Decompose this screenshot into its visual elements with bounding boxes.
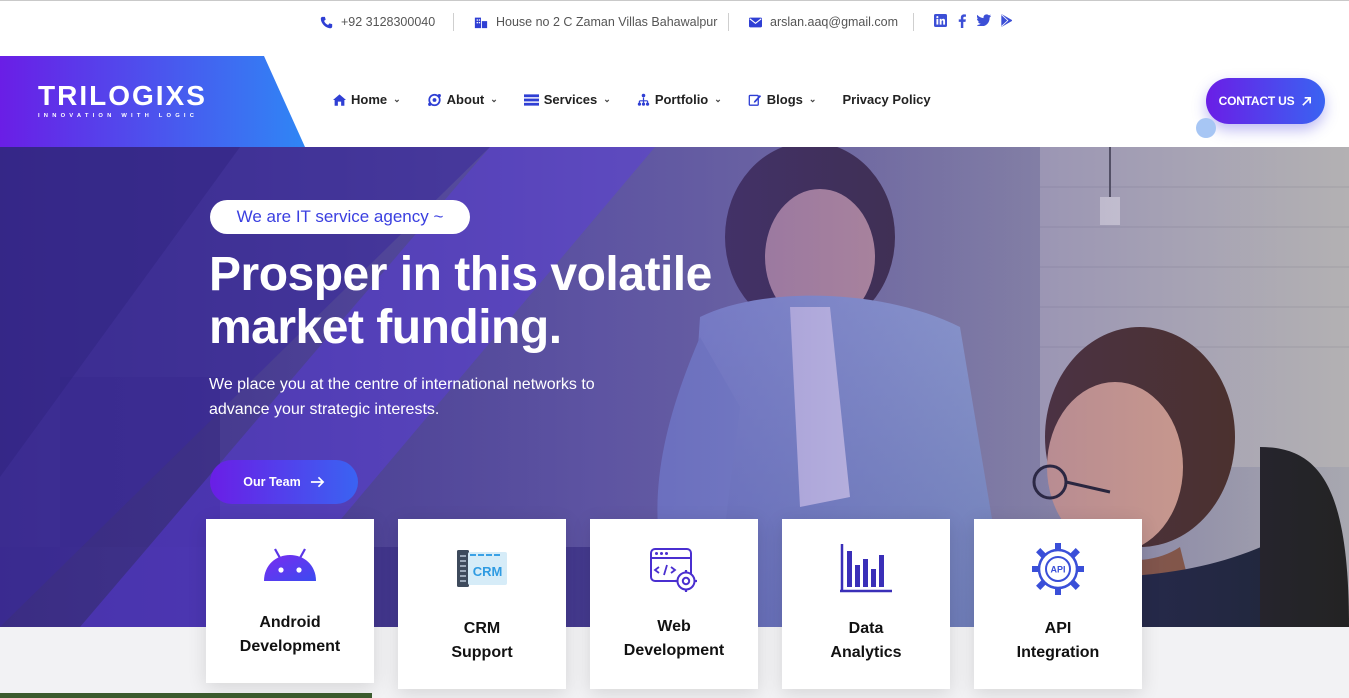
nav-item-services[interactable]: Services ⌄	[523, 92, 611, 107]
api-icon-text: API	[1050, 565, 1065, 575]
service-label: Data Analytics	[782, 617, 950, 665]
chevron-down-icon: ⌄	[393, 94, 401, 104]
nav-menu: Home ⌄ About ⌄ Services ⌄ Portfolio ⌄ Blogs ⌄…	[333, 92, 957, 107]
blog-edit-icon	[748, 94, 761, 106]
our-team-button[interactable]: Our Team	[210, 460, 358, 504]
google-play-icon[interactable]	[1001, 14, 1013, 27]
divider	[913, 13, 914, 31]
crm-icon-text: CRM	[473, 564, 503, 579]
contact-us-label: CONTACT US	[1218, 94, 1295, 108]
portfolio-icon	[637, 93, 649, 106]
address-text: House no 2 C Zaman Villas Bahawalpur	[496, 15, 718, 29]
envelope-icon	[749, 17, 762, 27]
cursor-dot	[1196, 118, 1216, 138]
chevron-down-icon: ⌄	[603, 94, 611, 104]
hero-title: Prosper in this volatile market funding.	[209, 248, 712, 354]
service-line: Android	[259, 614, 321, 631]
service-card-android[interactable]: Android Development	[206, 519, 374, 683]
twitter-icon[interactable]	[977, 14, 991, 26]
brand-logo[interactable]: TRILOGIXS INNOVATION WITH LOGIC	[38, 80, 207, 120]
service-line: CRM	[463, 620, 501, 637]
linkedin-icon[interactable]	[934, 14, 947, 27]
address-info: House no 2 C Zaman Villas Bahawalpur	[474, 14, 717, 30]
nav-label: Privacy Policy	[842, 92, 931, 107]
hero-subtitle: We place you at the centre of internatio…	[209, 376, 595, 418]
services-icon	[523, 93, 539, 106]
logo-wordmark: TRILOGIXS	[38, 80, 207, 111]
service-card-web[interactable]: Web Development	[590, 519, 758, 689]
hero-title-line: Prosper in this volatile	[209, 248, 712, 301]
nav-label: About	[446, 92, 485, 107]
service-line: Analytics	[830, 644, 902, 661]
building-icon	[474, 17, 488, 29]
web-dev-icon	[650, 548, 697, 592]
agency-badge-text: We are IT service agency ~	[236, 207, 444, 226]
phone-icon	[320, 16, 333, 28]
nav-label: Services	[543, 92, 598, 107]
bottom-edge-strip	[0, 693, 372, 698]
service-card-api[interactable]: API API Integration	[974, 519, 1142, 689]
about-icon	[427, 93, 441, 106]
service-card-data-analytics[interactable]: Data Analytics	[782, 519, 950, 689]
service-label: CRM Support	[398, 617, 566, 665]
nav-item-privacy-policy[interactable]: Privacy Policy	[842, 92, 930, 107]
phone-info[interactable]: +92 3128300040	[320, 14, 435, 30]
top-info-bar: +92 3128300040 House no 2 C Zaman Villas…	[0, 0, 1349, 56]
arrow-right-icon	[310, 476, 325, 488]
chevron-down-icon: ⌄	[714, 94, 722, 104]
nav-item-about[interactable]: About ⌄	[427, 92, 498, 107]
service-line: Support	[451, 644, 513, 661]
divider	[453, 13, 454, 31]
crm-icon: CRM	[457, 550, 507, 587]
service-line: API	[1044, 620, 1072, 637]
logo-tagline: INNOVATION WITH LOGIC	[38, 113, 199, 119]
our-team-label: Our Team	[243, 475, 301, 489]
contact-us-button[interactable]: CONTACT US	[1206, 78, 1325, 124]
main-navbar: TRILOGIXS INNOVATION WITH LOGIC Home ⌄ Ab…	[0, 56, 1349, 147]
service-line: Web	[657, 618, 691, 635]
social-links	[934, 14, 1013, 28]
service-line: Data	[848, 620, 884, 637]
facebook-icon[interactable]	[957, 14, 967, 28]
nav-label: Home	[351, 92, 388, 107]
service-card-crm[interactable]: CRM CRM Support	[398, 519, 566, 689]
nav-item-portfolio[interactable]: Portfolio ⌄	[637, 92, 722, 107]
email-info[interactable]: arslan.aaq@gmail.com	[749, 14, 898, 30]
nav-label: Blogs	[766, 92, 803, 107]
service-line: Integration	[1016, 644, 1100, 661]
phone-text: +92 3128300040	[341, 15, 436, 29]
divider	[728, 13, 729, 31]
agency-badge: We are IT service agency ~	[210, 200, 470, 234]
service-line: Development	[623, 642, 725, 659]
home-icon	[333, 93, 346, 106]
nav-label: Portfolio	[654, 92, 709, 107]
hero-title-line: market funding.	[209, 301, 562, 354]
nav-item-home[interactable]: Home ⌄	[333, 92, 401, 107]
service-label: API Integration	[974, 617, 1142, 665]
chevron-down-icon: ⌄	[490, 94, 498, 104]
chevron-down-icon: ⌄	[808, 94, 817, 104]
api-gear-icon: API	[1032, 543, 1084, 595]
service-line: Development	[239, 638, 341, 655]
nav-item-blogs[interactable]: Blogs ⌄	[748, 92, 817, 107]
bar-chart-icon	[840, 544, 892, 593]
service-label: Web Development	[590, 615, 758, 663]
arrow-up-right-icon	[1302, 96, 1312, 106]
android-icon	[264, 548, 316, 581]
service-label: Android Development	[206, 611, 374, 659]
email-text: arslan.aaq@gmail.com	[770, 15, 899, 29]
